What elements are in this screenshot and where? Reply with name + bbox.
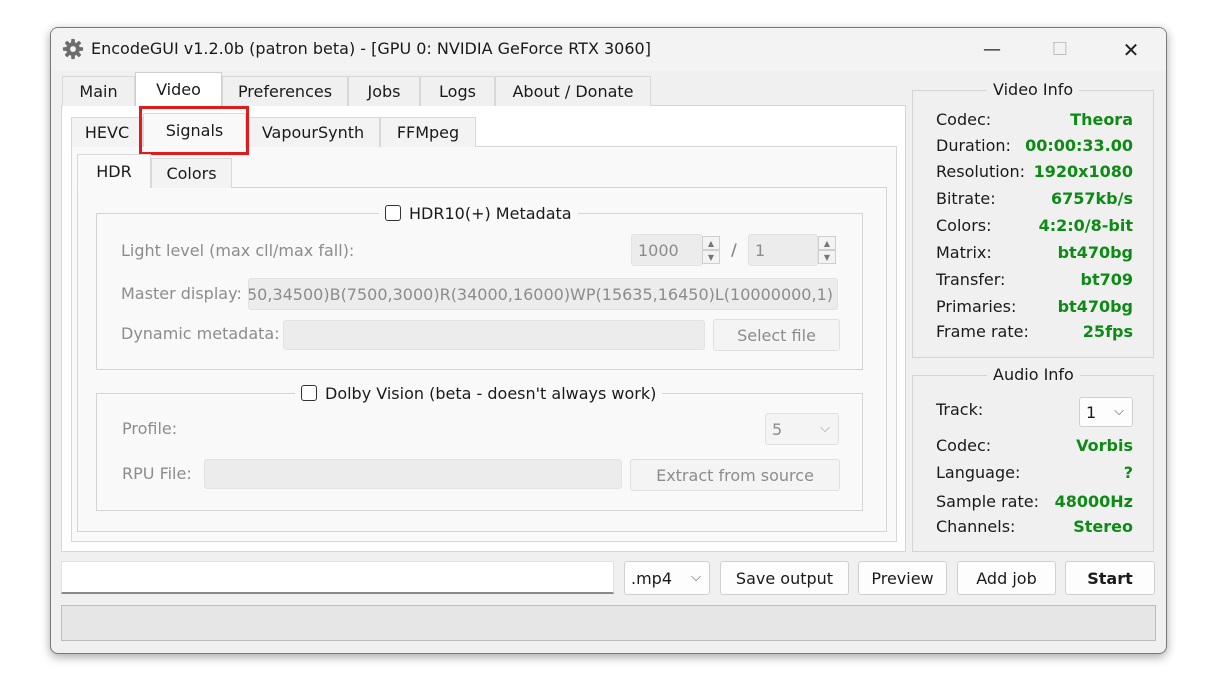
matrix-label: Matrix: bbox=[936, 243, 992, 262]
output-path-input[interactable] bbox=[61, 561, 614, 594]
sample-rate-value: 48000Hz bbox=[1054, 492, 1133, 511]
channels-value: Stereo bbox=[1073, 517, 1133, 536]
primaries-value: bt470bg bbox=[1057, 297, 1133, 316]
tab-colors[interactable]: Colors bbox=[151, 158, 232, 188]
primaries-label: Primaries: bbox=[936, 297, 1017, 316]
window-title: EncodeGUI v1.2.0b (patron beta) - [GPU 0… bbox=[91, 39, 651, 58]
dynamic-metadata-label: Dynamic metadata: bbox=[121, 324, 280, 343]
tab-about-donate[interactable]: About / Donate bbox=[495, 76, 651, 106]
channels-label: Channels: bbox=[936, 517, 1016, 536]
dolby-vision-checkbox[interactable] bbox=[301, 385, 317, 401]
title-bar: EncodeGUI v1.2.0b (patron beta) - [GPU 0… bbox=[51, 28, 1166, 71]
colors-value: 4:2:0/8-bit bbox=[1038, 216, 1133, 235]
frame-rate-label: Frame rate: bbox=[936, 322, 1029, 341]
close-icon: ✕ bbox=[1122, 37, 1140, 62]
bitrate-value: 6757kb/s bbox=[1051, 189, 1133, 208]
matrix-value: bt470bg bbox=[1057, 243, 1133, 262]
dynamic-metadata-input[interactable] bbox=[283, 320, 705, 350]
dolby-vision-groupbox: Dolby Vision (beta - doesn't always work… bbox=[96, 381, 863, 511]
master-display-label: Master display: bbox=[121, 284, 242, 303]
light-level-label: Light level (max cll/max fall): bbox=[121, 241, 355, 260]
resolution-value: 1920x1080 bbox=[1033, 162, 1133, 181]
transfer-label: Transfer: bbox=[936, 270, 1006, 289]
track-value: 1 bbox=[1086, 402, 1097, 422]
gear-icon bbox=[62, 38, 84, 60]
profile-value: 5 bbox=[772, 419, 783, 439]
spin-down-icon[interactable]: ▼ bbox=[818, 250, 836, 264]
progress-bar bbox=[61, 605, 1156, 641]
resolution-label: Resolution: bbox=[936, 162, 1025, 181]
colors-label: Colors: bbox=[936, 216, 992, 235]
duration-label: Duration: bbox=[936, 136, 1011, 155]
language-label: Language: bbox=[936, 463, 1021, 482]
max-fall-spinner[interactable]: ▲ ▼ bbox=[818, 236, 836, 264]
master-display-input[interactable]: (13250,34500)B(7500,3000)R(34000,16000)W… bbox=[248, 278, 838, 310]
spin-up-icon[interactable]: ▲ bbox=[818, 236, 836, 250]
track-select[interactable]: 1 ⌵ bbox=[1079, 397, 1133, 427]
bitrate-label: Bitrate: bbox=[936, 189, 996, 208]
audio-codec-value: Vorbis bbox=[1076, 436, 1133, 455]
extract-from-source-button[interactable]: Extract from source bbox=[630, 459, 840, 491]
save-output-button[interactable]: Save output bbox=[720, 561, 849, 595]
tab-hdr[interactable]: HDR bbox=[77, 154, 151, 188]
hdr10-checkbox[interactable] bbox=[385, 205, 401, 221]
add-job-button[interactable]: Add job bbox=[957, 561, 1056, 595]
rpu-file-label: RPU File: bbox=[122, 464, 192, 483]
close-button[interactable]: ✕ bbox=[1108, 28, 1154, 71]
hdr10-legend: HDR10(+) Metadata bbox=[379, 201, 578, 225]
track-label: Track: bbox=[936, 400, 984, 419]
dolby-vision-legend: Dolby Vision (beta - doesn't always work… bbox=[295, 381, 663, 405]
preview-button[interactable]: Preview bbox=[858, 561, 947, 595]
video-info-groupbox: Video Info Codec: Theora Duration: 00:00… bbox=[912, 80, 1154, 358]
language-value: ? bbox=[1123, 463, 1133, 482]
tab-preferences[interactable]: Preferences bbox=[222, 76, 348, 106]
audio-codec-label: Codec: bbox=[936, 436, 992, 455]
tab-logs[interactable]: Logs bbox=[420, 76, 495, 106]
tab-hevc[interactable]: HEVC bbox=[71, 117, 143, 147]
chevron-down-icon: ⌵ bbox=[691, 569, 701, 585]
hdr10-title: HDR10(+) Metadata bbox=[409, 203, 572, 223]
frame-rate-value: 25fps bbox=[1082, 322, 1133, 341]
duration-value: 00:00:33.00 bbox=[1025, 136, 1133, 155]
dolby-vision-title: Dolby Vision (beta - doesn't always work… bbox=[325, 383, 657, 403]
master-display-value: (13250,34500)B(7500,3000)R(34000,16000)W… bbox=[248, 284, 833, 304]
audio-info-groupbox: Audio Info Track: 1 ⌵ Codec: Vorbis Lang… bbox=[912, 365, 1154, 552]
max-cll-input[interactable]: 1000 bbox=[631, 234, 703, 266]
audio-info-title: Audio Info bbox=[987, 365, 1080, 384]
transfer-value: bt709 bbox=[1080, 270, 1134, 289]
max-fall-input[interactable]: 1 bbox=[748, 234, 818, 266]
spin-up-icon[interactable]: ▲ bbox=[702, 236, 720, 250]
video-codec-label: Codec: bbox=[936, 110, 992, 129]
profile-select[interactable]: 5 ⌵ bbox=[765, 413, 839, 445]
format-value: .mp4 bbox=[631, 568, 673, 588]
select-file-button[interactable]: Select file bbox=[713, 319, 840, 351]
start-button[interactable]: Start bbox=[1065, 561, 1155, 595]
tab-jobs[interactable]: Jobs bbox=[348, 76, 420, 106]
video-codec-value: Theora bbox=[1070, 110, 1133, 129]
chevron-down-icon: ⌵ bbox=[1114, 403, 1124, 419]
rpu-file-input[interactable] bbox=[204, 459, 622, 489]
format-select[interactable]: .mp4 ⌵ bbox=[624, 561, 710, 595]
maximize-button[interactable]: ☐ bbox=[1037, 28, 1083, 71]
sample-rate-label: Sample rate: bbox=[936, 492, 1039, 511]
app-window: EncodeGUI v1.2.0b (patron beta) - [GPU 0… bbox=[50, 27, 1167, 654]
tab-video[interactable]: Video bbox=[135, 72, 222, 106]
video-info-title: Video Info bbox=[987, 80, 1080, 99]
maximize-icon: ☐ bbox=[1051, 39, 1069, 60]
signals-tab-highlight bbox=[139, 106, 249, 155]
tab-vapoursynth[interactable]: VapourSynth bbox=[246, 117, 380, 147]
tab-main[interactable]: Main bbox=[62, 76, 135, 106]
max-cll-spinner[interactable]: ▲ ▼ bbox=[702, 236, 720, 264]
minimize-icon: — bbox=[983, 39, 1001, 60]
chevron-down-icon: ⌵ bbox=[820, 420, 830, 436]
light-level-separator: / bbox=[731, 240, 737, 259]
tab-ffmpeg[interactable]: FFMpeg bbox=[380, 117, 476, 147]
minimize-button[interactable]: — bbox=[969, 28, 1015, 71]
profile-label: Profile: bbox=[122, 419, 178, 438]
spin-down-icon[interactable]: ▼ bbox=[702, 250, 720, 264]
